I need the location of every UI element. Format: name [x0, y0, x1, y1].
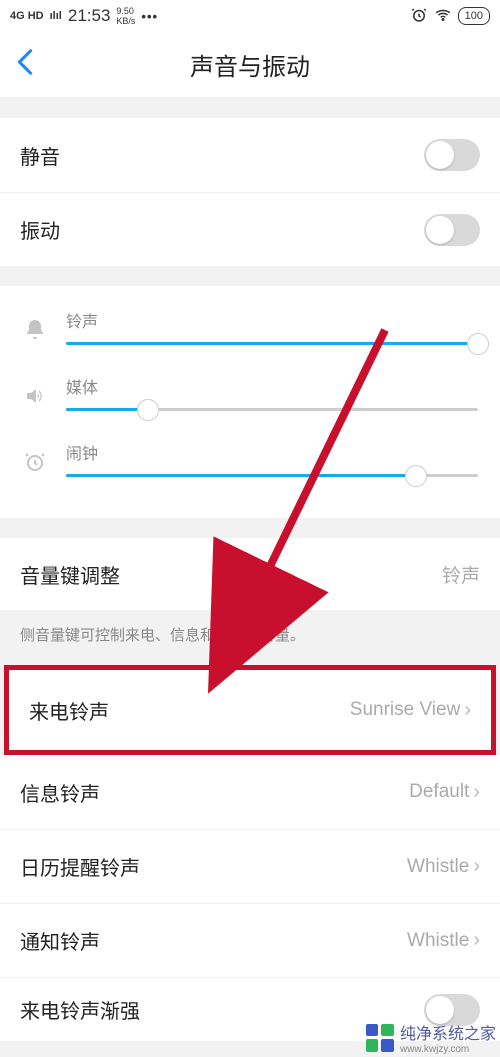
incoming-ringtone-value: Sunrise View	[350, 699, 461, 721]
alarm-slider[interactable]	[66, 474, 478, 477]
volume-key-value: 铃声	[442, 561, 480, 588]
mute-label: 静音	[20, 141, 60, 170]
row-mute[interactable]: 静音	[0, 118, 500, 192]
volume-key-hint: 侧音量键可控制来电、信息和通知的音量。	[0, 610, 500, 665]
speaker-icon	[20, 384, 50, 408]
chevron-right-icon: ›	[464, 699, 471, 722]
calendar-ringtone-label: 日历提醒铃声	[20, 852, 140, 881]
vibrate-toggle[interactable]	[424, 214, 480, 246]
wifi-icon	[434, 6, 452, 27]
network-type-icon: 4G HD	[10, 10, 44, 22]
calendar-ringtone-value: Whistle	[407, 856, 469, 878]
ringtone-slider-label: 铃声	[66, 308, 478, 332]
media-slider-label: 媒体	[66, 374, 478, 398]
row-vibrate[interactable]: 振动	[0, 192, 500, 266]
media-slider[interactable]	[66, 408, 478, 411]
bell-icon	[20, 318, 50, 342]
slider-alarm: 闹钟	[20, 440, 478, 496]
chevron-right-icon: ›	[473, 929, 480, 952]
alarm-slider-thumb[interactable]	[405, 465, 427, 487]
watermark-text: 纯净系统之家	[400, 1020, 496, 1044]
row-calendar-ringtone[interactable]: 日历提醒铃声 Whistle ›	[0, 829, 500, 903]
row-volume-key-adjust[interactable]: 音量键调整 铃声	[0, 538, 500, 610]
page-title: 声音与振动	[0, 47, 500, 82]
volume-key-label: 音量键调整	[20, 560, 120, 589]
slider-ringtone: 铃声	[20, 308, 478, 374]
watermark: 纯净系统之家 www.kwjzy.com	[366, 1020, 496, 1055]
signal-bars-icon: ılıl	[50, 10, 62, 22]
media-slider-thumb[interactable]	[137, 399, 159, 421]
chevron-right-icon: ›	[473, 781, 480, 804]
volume-sliders: 铃声 媒体 闹钟	[0, 286, 500, 518]
watermark-url: www.kwjzy.com	[400, 1044, 496, 1055]
message-ringtone-label: 信息铃声	[20, 778, 100, 807]
row-message-ringtone[interactable]: 信息铃声 Default ›	[0, 755, 500, 829]
more-icon: •••	[141, 9, 158, 24]
row-notify-ringtone[interactable]: 通知铃声 Whistle ›	[0, 903, 500, 977]
message-ringtone-value: Default	[409, 781, 469, 803]
status-bar: 4G HD ılıl 21:53 9.50KB/s ••• 100	[0, 0, 500, 32]
crescendo-label: 来电铃声渐强	[20, 995, 140, 1024]
alarm-clock-icon	[20, 450, 50, 474]
battery-indicator: 100	[458, 7, 490, 25]
mute-toggle[interactable]	[424, 139, 480, 171]
alarm-icon	[410, 6, 428, 27]
notify-ringtone-label: 通知铃声	[20, 926, 100, 955]
status-time: 21:53	[68, 6, 111, 26]
highlight-box: 来电铃声 Sunrise View ›	[4, 665, 496, 755]
row-incoming-ringtone[interactable]: 来电铃声 Sunrise View ›	[9, 670, 491, 750]
ringtone-slider[interactable]	[66, 342, 478, 345]
chevron-right-icon: ›	[473, 855, 480, 878]
slider-media: 媒体	[20, 374, 478, 440]
watermark-logo-icon	[366, 1024, 394, 1052]
nav-bar: 声音与振动	[0, 32, 500, 98]
incoming-ringtone-label: 来电铃声	[29, 696, 109, 725]
net-speed: 9.50KB/s	[116, 6, 135, 26]
notify-ringtone-value: Whistle	[407, 930, 469, 952]
ringtone-slider-thumb[interactable]	[467, 333, 489, 355]
back-button[interactable]	[16, 48, 34, 82]
alarm-slider-label: 闹钟	[66, 440, 478, 464]
vibrate-label: 振动	[20, 215, 60, 244]
